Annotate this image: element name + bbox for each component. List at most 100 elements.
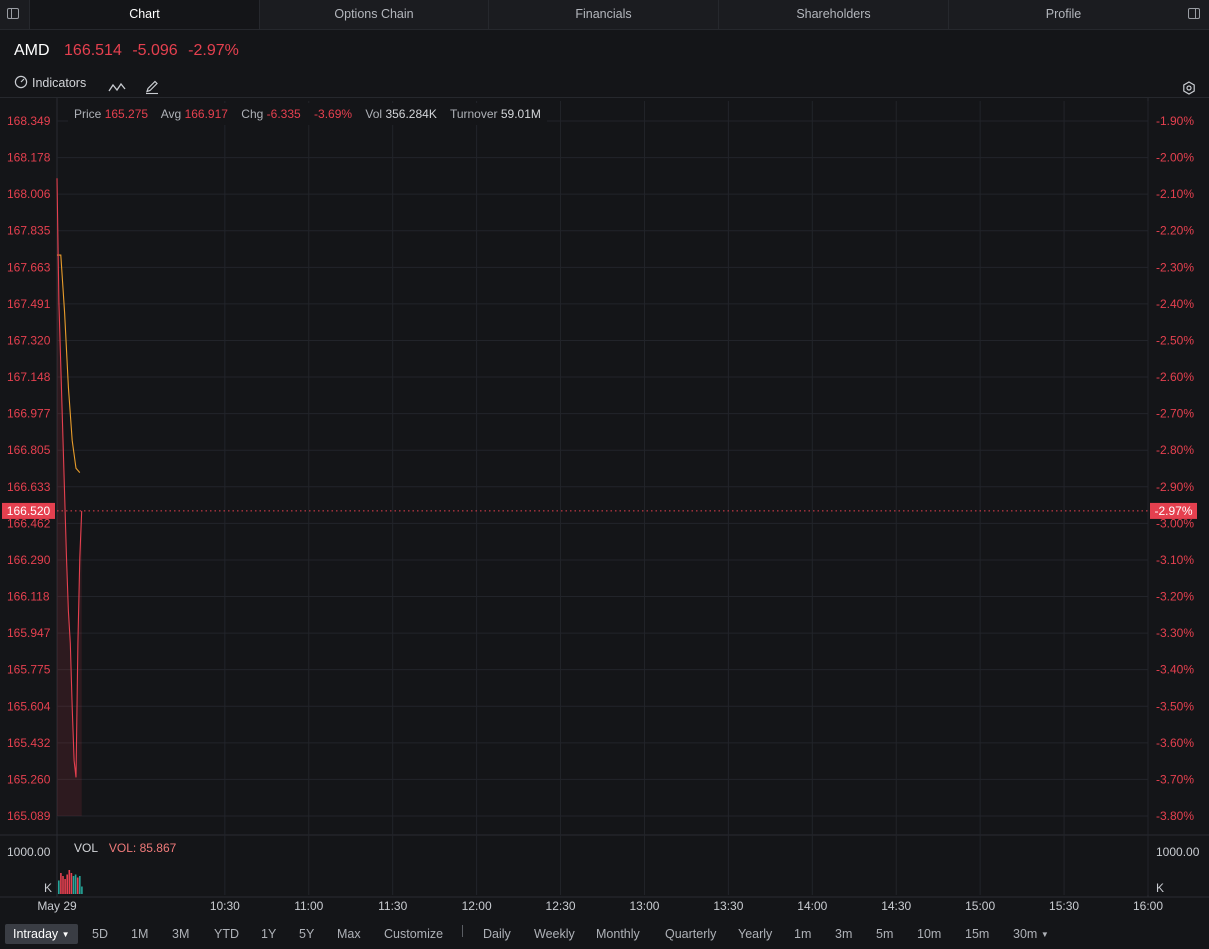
time-tick-label: 12:30 <box>546 899 576 913</box>
interval-3m[interactable]: 3m <box>835 924 852 944</box>
volume-bar <box>72 876 75 894</box>
tab-chart[interactable]: Chart <box>29 0 259 29</box>
price-tick-label: 167.148 <box>7 370 51 384</box>
interval-15m[interactable]: 15m <box>965 924 989 944</box>
interval-5m[interactable]: 5m <box>876 924 893 944</box>
volume-bar <box>70 873 73 894</box>
divider <box>462 925 463 937</box>
draw-pencil-icon[interactable] <box>145 75 159 99</box>
time-tick-label: 16:00 <box>1133 899 1163 913</box>
price-area <box>57 178 82 817</box>
percent-tick-label: -2.00% <box>1156 151 1194 165</box>
period-3m[interactable]: 3M <box>172 924 189 944</box>
period-customize[interactable]: Customize <box>384 924 443 944</box>
percent-tick-label: -3.60% <box>1156 736 1194 750</box>
info-turnover-label: Turnover <box>449 107 498 121</box>
tab-bar: Chart Options Chain Financials Sharehold… <box>0 0 1209 30</box>
percent-tick-label: -2.50% <box>1156 333 1194 347</box>
volume-bar <box>60 873 62 894</box>
chart-series <box>56 178 83 817</box>
indicators-button[interactable]: Indicators <box>14 71 86 95</box>
panel-toggle-icon[interactable] <box>1188 8 1200 19</box>
interval-10m[interactable]: 10m <box>917 924 941 944</box>
volume-unit-right: K <box>1156 881 1164 895</box>
price-change-pct: -2.97% <box>188 42 239 59</box>
interval-daily[interactable]: Daily <box>483 924 511 944</box>
percent-tick-label: -2.80% <box>1156 443 1194 457</box>
period-max[interactable]: Max <box>337 924 361 944</box>
period-5y[interactable]: 5Y <box>299 924 314 944</box>
percent-tick-label: -2.60% <box>1156 370 1194 384</box>
price-tick-label: 168.006 <box>7 187 51 201</box>
crosshair-info-bar: Price 165.275 Avg 166.917 Chg -6.335 -3.… <box>68 103 547 125</box>
percent-tick-label: -3.50% <box>1156 699 1194 713</box>
settings-icon[interactable] <box>1182 76 1196 100</box>
tab-shareholders[interactable]: Shareholders <box>718 0 948 29</box>
price-tick-label: 165.260 <box>7 772 51 786</box>
percent-tick-label: -2.90% <box>1156 480 1194 494</box>
price-tick-label: 165.775 <box>7 663 51 677</box>
tab-financials[interactable]: Financials <box>488 0 718 29</box>
price-tick-label: 165.089 <box>7 809 51 823</box>
price-tick-label: 167.663 <box>7 260 51 274</box>
percent-tick-label: -3.20% <box>1156 590 1194 604</box>
time-tick-label: 12:00 <box>462 899 492 913</box>
volume-bar <box>76 877 79 894</box>
info-chg-pct: -3.69% <box>314 107 353 121</box>
info-price: 165.275 <box>104 107 149 121</box>
price-tick-label: 166.805 <box>7 443 51 457</box>
price-tick-label: 167.320 <box>7 333 51 347</box>
period-5d[interactable]: 5D <box>92 924 108 944</box>
time-tick-label: 13:00 <box>629 899 659 913</box>
price-tick-label: 166.290 <box>7 553 51 567</box>
price-change: -5.096 <box>132 42 178 59</box>
price-chart[interactable]: 168.349 168.178 168.006 167.835 167.663 167.4… <box>0 98 1209 918</box>
tab-profile[interactable]: Profile <box>948 0 1178 29</box>
price-tick-label: 166.977 <box>7 407 51 421</box>
interval-1m[interactable]: 1m <box>794 924 811 944</box>
period-intraday-label: Intraday <box>13 927 59 941</box>
interval-monthly[interactable]: Monthly <box>596 924 640 944</box>
tab-options-chain[interactable]: Options Chain <box>259 0 488 29</box>
time-axis: May 29 10:30 11:00 11:30 12:00 12:30 13:00 13:3… <box>37 899 1163 913</box>
time-tick-label: 14:00 <box>797 899 827 913</box>
interval-30m[interactable]: 30m ▼ <box>1013 924 1049 944</box>
info-chg: -6.335 <box>266 107 301 121</box>
percent-tick-label: -2.10% <box>1156 187 1194 201</box>
volume-axis-top-right: 1000.00 <box>1156 845 1200 859</box>
info-vol: 356.284K <box>385 107 437 121</box>
volume-bar <box>62 876 64 894</box>
period-1m[interactable]: 1M <box>131 924 148 944</box>
price-tick-label: 165.604 <box>7 699 51 713</box>
chevron-down-icon: ▼ <box>61 930 70 939</box>
time-tick-label: May 29 <box>37 899 77 913</box>
info-chg-label: Chg <box>241 107 264 121</box>
price-tick-label: 166.633 <box>7 480 51 494</box>
interval-quarterly[interactable]: Quarterly <box>665 924 716 944</box>
volume-bar <box>74 874 77 894</box>
period-ytd[interactable]: YTD <box>214 924 239 944</box>
sidebar-toggle-icon[interactable] <box>7 8 19 19</box>
percent-tick-label: -2.30% <box>1156 260 1194 274</box>
period-intraday[interactable]: Intraday ▼ <box>5 924 78 944</box>
time-tick-label: 11:00 <box>294 899 323 913</box>
percent-tick-label: -1.90% <box>1156 114 1194 128</box>
time-tick-label: 15:30 <box>1049 899 1079 913</box>
gauge-icon <box>14 75 28 89</box>
time-tick-label: 11:30 <box>378 899 407 913</box>
chart-toolbar: Indicators <box>0 71 1209 98</box>
info-turnover: 59.01M <box>500 107 541 121</box>
period-1y[interactable]: 1Y <box>261 924 276 944</box>
period-bar: Intraday ▼ 5D 1M 3M YTD 1Y 5Y Max Custom… <box>0 918 1209 949</box>
price-tick-label: 167.835 <box>7 224 51 238</box>
chevron-down-icon: ▼ <box>1040 930 1049 939</box>
volume-bars <box>58 870 83 894</box>
info-vol-label: Vol <box>365 107 383 121</box>
price-tick-label: 165.947 <box>7 626 51 640</box>
volume-bar <box>79 876 81 894</box>
percent-tick-label: -2.20% <box>1156 224 1194 238</box>
interval-weekly[interactable]: Weekly <box>534 924 575 944</box>
volume-bar <box>68 870 71 894</box>
line-chart-icon[interactable] <box>108 76 126 100</box>
interval-yearly[interactable]: Yearly <box>738 924 772 944</box>
